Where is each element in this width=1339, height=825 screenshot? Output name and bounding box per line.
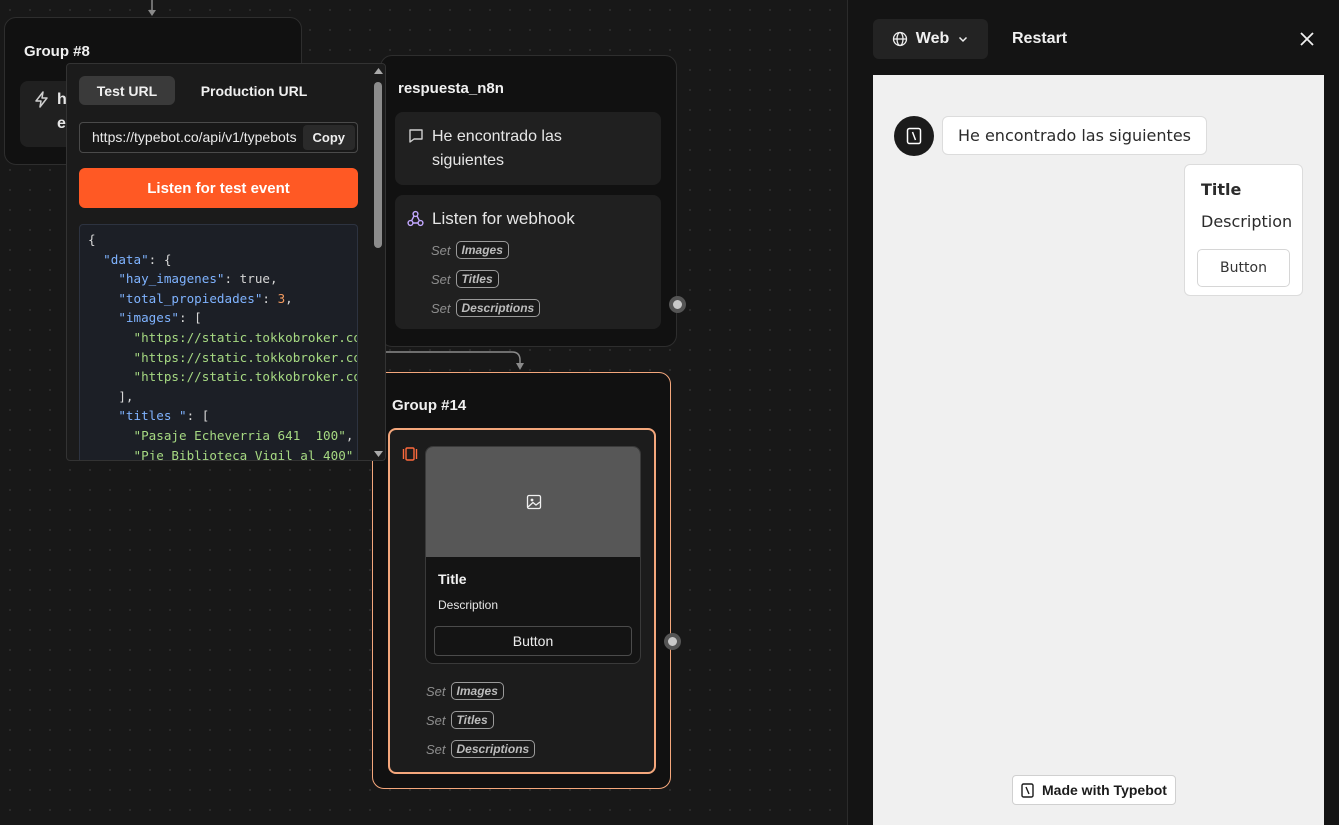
- text-bubble-content: He encontrado las siguientes: [432, 128, 562, 169]
- lightning-icon: [35, 91, 48, 108]
- card-title: Title: [438, 571, 467, 587]
- card-image-placeholder: [426, 447, 640, 557]
- made-with-typebot-badge[interactable]: Made with Typebot: [1012, 775, 1176, 805]
- chevron-down-icon: [959, 36, 968, 43]
- chat-bubble-icon: [409, 129, 423, 143]
- globe-icon: [892, 31, 907, 47]
- platform-label: Web: [915, 30, 950, 47]
- restart-button[interactable]: Restart: [1012, 19, 1067, 59]
- variable-pill: Images: [455, 241, 509, 259]
- set-variable-row: Set Images: [426, 682, 504, 700]
- platform-dropdown[interactable]: Web: [873, 19, 988, 59]
- webhook-popover[interactable]: Test URL Production URL https://typebot.…: [66, 63, 386, 461]
- set-variable-row: Set Titles: [431, 270, 499, 288]
- tab-test-url[interactable]: Test URL: [79, 76, 175, 105]
- preview-panel: Web Restart He encontrado las siguientes…: [847, 0, 1339, 825]
- set-label: Set: [426, 741, 446, 757]
- preview-carousel-card[interactable]: Title Description Button: [1184, 164, 1303, 296]
- bot-avatar: [894, 116, 934, 156]
- scroll-up-icon: [374, 68, 383, 74]
- webhook-block[interactable]: Listen for webhook Set Images Set Titles…: [395, 195, 661, 329]
- set-label: Set: [431, 300, 451, 316]
- card-description: Description: [438, 598, 499, 612]
- tab-production-url[interactable]: Production URL: [189, 76, 319, 105]
- preview-card-description: Description: [1201, 212, 1293, 231]
- close-icon[interactable]: [1297, 29, 1317, 49]
- set-label: Set: [426, 683, 446, 699]
- connector-edge: [380, 351, 524, 370]
- copy-button[interactable]: Copy: [302, 125, 355, 150]
- chat-preview[interactable]: He encontrado las siguientes Title Descr…: [873, 75, 1324, 825]
- json-response-preview[interactable]: { "data": { "hay_imagenes": true, "total…: [79, 224, 358, 460]
- set-label: Set: [431, 242, 451, 258]
- set-label: Set: [426, 712, 446, 728]
- scroll-down-icon: [374, 451, 383, 457]
- variable-pill: Descriptions: [455, 299, 541, 317]
- webhook-url-value: https://typebot.co/api/v1/typebots: [92, 129, 297, 145]
- preview-card-title: Title: [1201, 180, 1242, 199]
- bot-message-bubble: He encontrado las siguientes: [942, 116, 1207, 155]
- flow-canvas[interactable]: Group #8 h e respuesta_n8n He encontrado…: [0, 0, 847, 825]
- variable-pill: Images: [450, 682, 504, 700]
- group-respuesta-n8n[interactable]: respuesta_n8n He encontrado las siguient…: [380, 55, 677, 347]
- image-icon: [526, 494, 542, 510]
- arrow-down-icon: [148, 0, 156, 16]
- set-variable-row: Set Titles: [426, 711, 494, 729]
- webhook-icon: [407, 210, 424, 227]
- output-endpoint[interactable]: [664, 633, 681, 650]
- listen-test-event-button[interactable]: Listen for test event: [79, 168, 358, 208]
- group-title: respuesta_n8n: [398, 80, 504, 97]
- group-title: Group #14: [392, 397, 467, 414]
- variable-pill: Descriptions: [450, 740, 536, 758]
- webhook-label: Listen for webhook: [432, 209, 575, 228]
- set-variable-row: Set Descriptions: [431, 299, 541, 317]
- branding-label: Made with Typebot: [1042, 782, 1167, 798]
- text-bubble-block[interactable]: He encontrado las siguientes: [395, 112, 661, 185]
- set-label: Set: [431, 271, 451, 287]
- output-endpoint[interactable]: [669, 296, 686, 313]
- variable-pill: Titles: [450, 711, 494, 729]
- group-title: Group #8: [24, 43, 90, 60]
- scrollbar-thumb[interactable]: [374, 82, 382, 248]
- set-variable-row: Set Images: [431, 241, 509, 259]
- carousel-icon: [402, 447, 418, 461]
- variable-pill: Titles: [455, 270, 499, 288]
- typebot-logo-icon: [906, 127, 922, 145]
- webhook-url-field[interactable]: https://typebot.co/api/v1/typebots Copy: [79, 122, 358, 153]
- set-variable-row: Set Descriptions: [426, 740, 536, 758]
- preview-card-button[interactable]: Button: [1197, 249, 1290, 287]
- popover-scrollbar[interactable]: [371, 64, 385, 460]
- typebot-logo-icon: [1021, 782, 1034, 798]
- block-text: e: [57, 115, 66, 132]
- carousel-card[interactable]: Title Description Button: [425, 446, 641, 664]
- card-button[interactable]: Button: [434, 626, 632, 656]
